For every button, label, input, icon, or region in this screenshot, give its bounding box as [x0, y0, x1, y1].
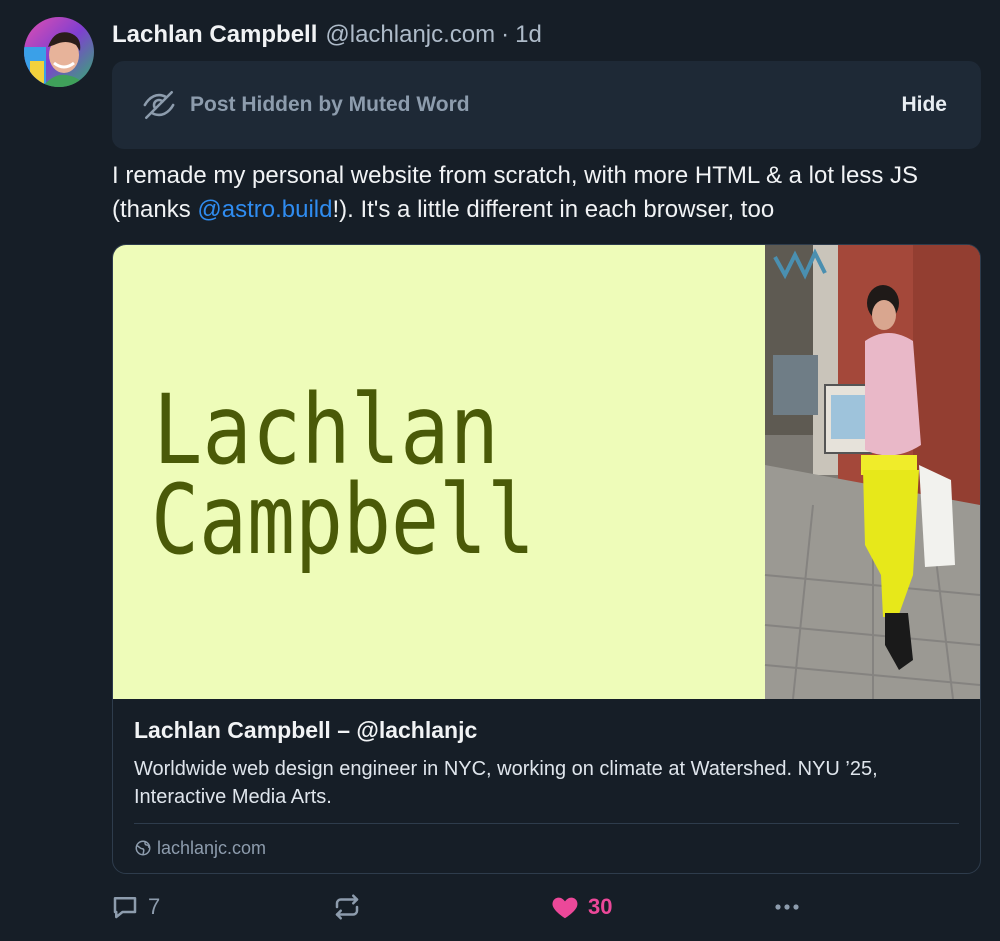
link-card[interactable]: Lachlan Campbell Lachlan Campbell – @lac…: [112, 244, 981, 874]
author-display-name[interactable]: Lachlan Campbell: [112, 21, 317, 49]
link-card-divider: [134, 823, 959, 824]
link-card-title: Lachlan Campbell – @lachlanjc: [134, 717, 478, 743]
more-icon: [770, 892, 804, 922]
eye-slash-icon: [142, 88, 176, 122]
post-text-after: !). It's a little different in each brow…: [332, 196, 775, 223]
separator-dot: ·: [501, 21, 510, 48]
more-options-button[interactable]: [770, 890, 804, 924]
like-button[interactable]: 30: [550, 890, 612, 924]
post-action-bar: 7 30: [110, 890, 810, 924]
hide-button[interactable]: Hide: [901, 93, 947, 117]
heart-icon: [550, 892, 580, 922]
post-timestamp[interactable]: 1d: [515, 21, 542, 49]
muted-notice-label: Post Hidden by Muted Word: [190, 93, 470, 116]
link-card-domain: lachlanjc.com: [134, 835, 266, 861]
link-card-domain-text: lachlanjc.com: [157, 837, 267, 858]
muted-word-notice: Post Hidden by Muted Word Hide: [112, 61, 981, 149]
post-text: I remade my personal website from scratc…: [112, 159, 992, 227]
repost-button[interactable]: [332, 890, 370, 924]
author-handle[interactable]: @lachlanjc.com: [325, 21, 495, 49]
post-header: Lachlan Campbell @lachlanjc.com · 1d: [112, 19, 542, 51]
reply-count: 7: [148, 894, 161, 919]
avatar[interactable]: [24, 17, 94, 87]
link-card-description: Worldwide web design engineer in NYC, wo…: [134, 758, 878, 808]
card-image-text-line2: Campbell: [151, 464, 535, 576]
post: Lachlan Campbell @lachlanjc.com · 1d Pos…: [0, 0, 1000, 941]
like-count: 30: [588, 894, 613, 919]
globe-icon: [134, 839, 152, 857]
reply-icon: [110, 892, 140, 922]
link-card-image: Lachlan Campbell: [113, 245, 980, 699]
avatar-image: [24, 17, 94, 87]
portrait-photo: [764, 245, 980, 699]
reply-button[interactable]: 7: [110, 890, 160, 924]
repost-icon: [332, 892, 362, 922]
mention-link[interactable]: @astro.build: [197, 196, 332, 223]
